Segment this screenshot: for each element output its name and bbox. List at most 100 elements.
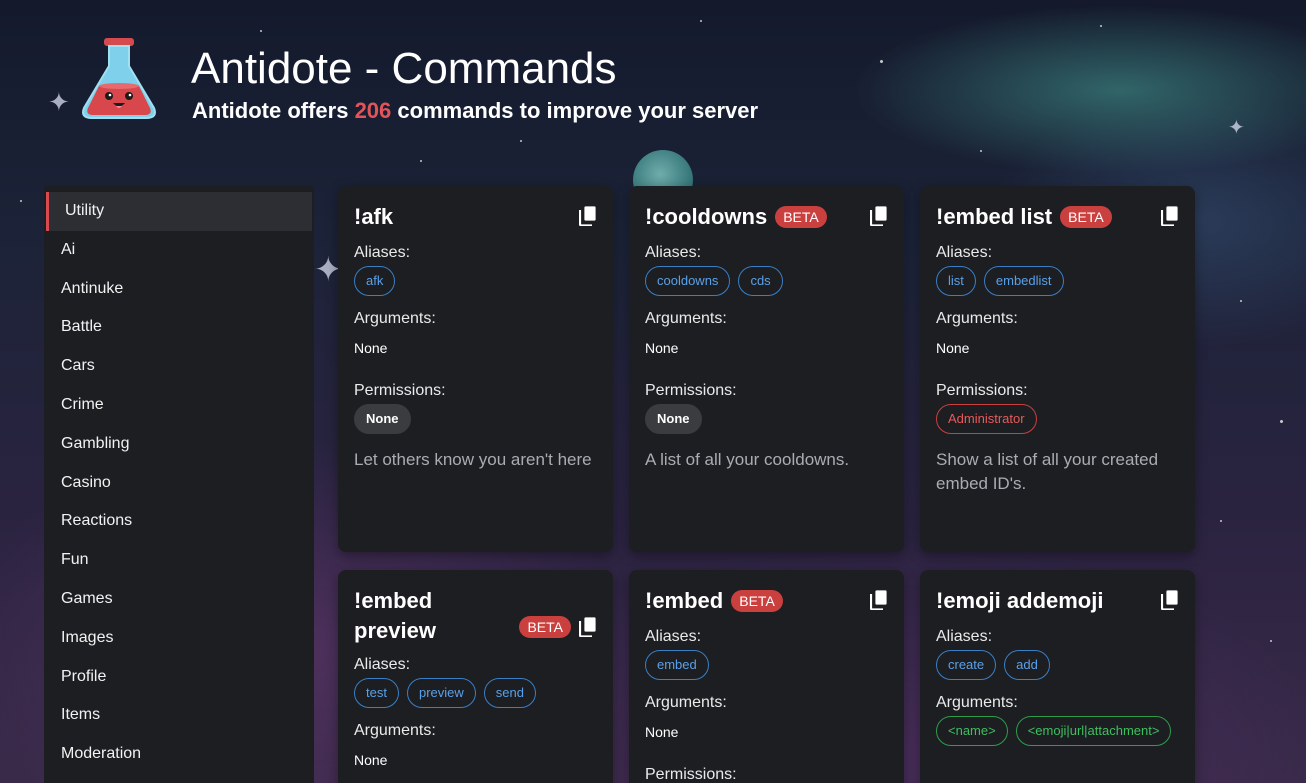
permission-chip: None	[645, 404, 702, 434]
command-description: Let others know you aren't here	[354, 450, 592, 469]
page-title: Antidote - Commands	[191, 44, 617, 93]
arguments-value: None	[936, 340, 970, 356]
copy-icon[interactable]	[1161, 206, 1179, 226]
star-decor	[880, 60, 883, 63]
alias-chip[interactable]: test	[354, 678, 399, 708]
category-sidebar: Utility Ai Antinuke Battle Cars Crime Ga…	[44, 186, 314, 783]
sidebar-item-battle[interactable]: Battle	[44, 308, 314, 347]
star-decor	[1280, 420, 1283, 423]
alias-chip[interactable]: cds	[738, 266, 783, 296]
alias-chip[interactable]: afk	[354, 266, 396, 296]
alias-chip[interactable]: embedlist	[983, 266, 1064, 296]
permission-list: Administrator	[936, 404, 1179, 434]
sidebar-item-crime[interactable]: Crime	[44, 386, 314, 425]
sidebar-item-games[interactable]: Games	[44, 580, 314, 619]
alias-list: embed	[645, 650, 888, 680]
permission-list: None	[645, 404, 888, 434]
aliases-label: Aliases:	[936, 244, 993, 261]
alias-list: list embedlist	[936, 266, 1179, 296]
command-name: !afk	[354, 204, 394, 229]
star-decor	[700, 20, 702, 22]
command-name: !embed preview	[354, 588, 436, 643]
beta-badge: BETA	[519, 616, 571, 638]
star-decor	[1240, 300, 1242, 302]
sparkle-decor: ✦	[1228, 115, 1245, 139]
sidebar-item-fun[interactable]: Fun	[44, 541, 314, 580]
command-count: 206	[354, 98, 392, 123]
star-decor	[420, 160, 422, 162]
command-card: !embed preview BETA Aliases: test previe…	[338, 570, 613, 783]
subtitle-text: commands to improve your server	[391, 98, 759, 123]
permission-chip: Administrator	[936, 404, 1037, 434]
sidebar-item-cars[interactable]: Cars	[44, 347, 314, 386]
copy-icon[interactable]	[870, 590, 888, 610]
alias-list: afk	[354, 266, 597, 296]
alias-chip[interactable]: list	[936, 266, 976, 296]
command-card: !afk Aliases: afk Arguments: None Permis…	[338, 186, 613, 552]
command-description: A list of all your cooldowns.	[645, 450, 850, 469]
command-name: !embed	[645, 588, 724, 613]
command-card: !emoji addemoji Aliases: create add Argu…	[920, 570, 1195, 783]
arguments-label: Arguments:	[936, 694, 1018, 711]
alias-list: test preview send	[354, 678, 597, 708]
sidebar-item-reactions[interactable]: Reactions	[44, 502, 314, 541]
arguments-label: Arguments:	[645, 310, 727, 327]
command-card: !embed list BETA Aliases: list embedlist…	[920, 186, 1195, 552]
alias-chip[interactable]: send	[483, 678, 536, 708]
permissions-label: Permissions:	[354, 382, 446, 399]
beta-badge: BETA	[731, 590, 783, 612]
command-card: !embed BETA Aliases: embed Arguments: No…	[629, 570, 904, 783]
sidebar-item-ai[interactable]: Ai	[44, 231, 314, 270]
sidebar-item-moderation[interactable]: Moderation	[44, 735, 314, 774]
beta-badge: BETA	[1060, 206, 1112, 228]
permissions-label: Permissions:	[936, 382, 1028, 399]
star-decor	[1100, 25, 1102, 27]
argument-chip: <name>	[936, 716, 1008, 746]
sidebar-item-images[interactable]: Images	[44, 619, 314, 658]
permission-chip: None	[354, 404, 411, 434]
star-decor	[1270, 640, 1272, 642]
star-decor	[20, 200, 22, 202]
star-decor	[980, 150, 982, 152]
sidebar-item-casino[interactable]: Casino	[44, 464, 314, 503]
permissions-label: Permissions:	[645, 382, 737, 399]
copy-icon[interactable]	[579, 617, 597, 637]
arguments-label: Arguments:	[936, 310, 1018, 327]
arguments-label: Arguments:	[354, 310, 436, 327]
command-description: Show a list of all your created embed ID…	[936, 450, 1159, 493]
star-decor	[1220, 520, 1222, 522]
star-decor	[520, 140, 522, 142]
sidebar-item-gambling[interactable]: Gambling	[44, 425, 314, 464]
aliases-label: Aliases:	[354, 656, 411, 673]
copy-icon[interactable]	[579, 206, 597, 226]
argument-list: <name> <emoji|url|attachment>	[936, 716, 1179, 746]
aliases-label: Aliases:	[936, 628, 993, 645]
arguments-value: None	[645, 340, 679, 356]
aliases-label: Aliases:	[645, 244, 702, 261]
alias-chip[interactable]: preview	[406, 678, 476, 708]
arguments-value: None	[354, 752, 388, 768]
alias-chip[interactable]: create	[936, 650, 997, 680]
sidebar-item-profile[interactable]: Profile	[44, 658, 314, 697]
subtitle-text: Antidote offers	[192, 98, 355, 123]
copy-icon[interactable]	[870, 206, 888, 226]
permissions-label: Permissions:	[645, 766, 737, 783]
beta-badge: BETA	[775, 206, 827, 228]
sidebar-item-utility[interactable]: Utility	[46, 192, 312, 231]
command-name: !embed list	[936, 204, 1053, 229]
aliases-label: Aliases:	[354, 244, 411, 261]
arguments-label: Arguments:	[354, 722, 436, 739]
sidebar-item-items[interactable]: Items	[44, 696, 314, 735]
star-decor	[260, 30, 262, 32]
command-card: !cooldowns BETA Aliases: cooldowns cds A…	[629, 186, 904, 552]
copy-icon[interactable]	[1161, 590, 1179, 610]
page-subtitle: Antidote offers 206 commands to improve …	[192, 98, 758, 124]
alias-chip[interactable]: add	[1004, 650, 1050, 680]
sidebar-item-antinuke[interactable]: Antinuke	[44, 270, 314, 309]
arguments-label: Arguments:	[645, 694, 727, 711]
command-name: !cooldowns	[645, 204, 768, 229]
alias-chip[interactable]: embed	[645, 650, 709, 680]
alias-chip[interactable]: cooldowns	[645, 266, 731, 296]
aliases-label: Aliases:	[645, 628, 702, 645]
arguments-value: None	[645, 724, 679, 740]
